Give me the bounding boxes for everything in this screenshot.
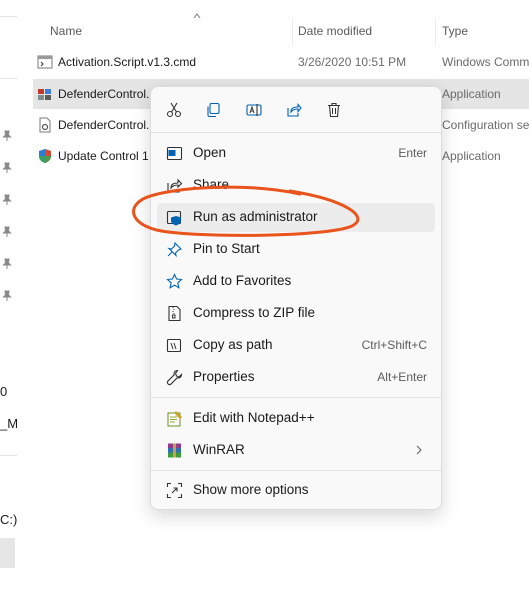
column-type-header[interactable]: Type	[442, 24, 468, 38]
menu-item-add-to-favorites[interactable]: Add to Favorites	[157, 267, 435, 296]
column-divider[interactable]	[292, 18, 293, 46]
menu-item-shortcut: Enter	[398, 146, 427, 160]
file-name: Update Control 1	[58, 149, 149, 163]
nav-item-fragment[interactable]: _M	[0, 416, 18, 431]
file-type: Windows Comm	[442, 55, 529, 69]
file-name: DefenderControl.	[58, 87, 150, 101]
menu-item-edit-with-notepadpp[interactable]: Edit with Notepad++	[157, 404, 435, 433]
delete-button[interactable]	[320, 96, 348, 124]
context-menu: Open Enter Share Run as administrator Pi…	[150, 86, 442, 510]
copy-icon	[207, 102, 220, 118]
nav-item-fragment[interactable]: 0	[0, 384, 7, 399]
pin-icon	[2, 162, 12, 173]
column-name-header[interactable]: Name	[50, 24, 82, 38]
defender-app-icon	[38, 89, 51, 100]
cmd-file-icon	[37, 55, 53, 69]
copy-path-icon	[166, 338, 182, 353]
menu-item-compress-to-zip[interactable]: Compress to ZIP file	[157, 299, 435, 328]
file-type: Application	[442, 149, 501, 163]
menu-separator	[151, 470, 441, 471]
rename-icon	[246, 104, 262, 116]
pin-icon	[2, 290, 12, 301]
file-type: Configuration se	[442, 118, 529, 132]
pin-icon	[2, 258, 12, 269]
sort-ascending-icon	[193, 13, 201, 19]
menu-item-shortcut: Alt+Enter	[377, 370, 427, 384]
nav-divider	[0, 455, 17, 456]
menu-item-label: WinRAR	[193, 442, 245, 457]
pin-icon	[2, 194, 12, 205]
open-icon	[166, 146, 183, 161]
file-type: Application	[442, 87, 501, 101]
nav-divider	[0, 78, 17, 79]
menu-item-label: Run as administrator	[193, 209, 318, 224]
column-divider[interactable]	[435, 18, 436, 46]
menu-item-label: Share	[193, 177, 230, 192]
cut-button[interactable]	[160, 96, 188, 124]
menu-item-label: Compress to ZIP file	[193, 305, 316, 320]
menu-item-label: Open	[193, 145, 227, 160]
file-row[interactable]: Activation.Script.v1.3.cmd 3/26/2020 10:…	[33, 47, 529, 77]
ini-file-icon	[39, 117, 51, 133]
menu-item-run-as-administrator[interactable]: Run as administrator	[157, 203, 435, 232]
menu-item-label: Copy as path	[193, 337, 273, 352]
menu-item-pin-to-start[interactable]: Pin to Start	[157, 235, 435, 264]
rename-button[interactable]	[240, 96, 268, 124]
menu-item-label: Properties	[193, 369, 255, 384]
menu-separator	[151, 397, 441, 398]
menu-item-properties[interactable]: Properties Alt+Enter	[157, 363, 435, 392]
menu-item-label: Add to Favorites	[193, 273, 292, 288]
pin-icon	[2, 130, 12, 141]
star-icon	[166, 273, 183, 289]
share-icon	[287, 103, 302, 117]
winrar-icon	[168, 443, 181, 458]
nav-item-selected[interactable]	[0, 538, 15, 568]
copy-button[interactable]	[199, 96, 227, 124]
nav-divider	[0, 16, 17, 17]
share-button[interactable]	[280, 96, 308, 124]
chevron-right-icon	[416, 445, 422, 455]
pin-icon	[167, 241, 182, 258]
update-app-icon	[39, 149, 51, 163]
menu-separator	[151, 132, 441, 133]
file-date: 3/26/2020 10:51 PM	[298, 55, 407, 69]
nav-item-fragment[interactable]: C:)	[0, 512, 17, 527]
menu-item-label: Edit with Notepad++	[193, 410, 315, 425]
pin-icon	[2, 226, 12, 237]
zip-icon	[168, 305, 181, 322]
menu-item-label: Show more options	[193, 482, 309, 497]
menu-item-shortcut: Ctrl+Shift+C	[361, 338, 427, 352]
share-icon	[167, 178, 183, 193]
menu-item-open[interactable]: Open Enter	[157, 139, 435, 168]
navigation-pane: 0 _M C:)	[0, 0, 18, 607]
delete-icon	[328, 102, 340, 118]
menu-item-share[interactable]: Share	[157, 171, 435, 200]
menu-item-winrar[interactable]: WinRAR	[157, 436, 435, 465]
menu-item-copy-as-path[interactable]: Copy as path Ctrl+Shift+C	[157, 331, 435, 360]
notepadpp-icon	[167, 411, 182, 427]
file-name: DefenderControl.	[58, 118, 150, 132]
shield-icon	[166, 210, 182, 226]
column-date-header[interactable]: Date modified	[298, 24, 372, 38]
file-name: Activation.Script.v1.3.cmd	[58, 55, 197, 69]
column-header-bar: Name Date modified Type	[30, 13, 529, 46]
menu-item-show-more-options[interactable]: Show more options	[157, 476, 435, 505]
cut-icon	[166, 102, 182, 118]
wrench-icon	[166, 369, 183, 386]
menu-item-label: Pin to Start	[193, 241, 260, 256]
more-options-icon	[166, 482, 183, 499]
